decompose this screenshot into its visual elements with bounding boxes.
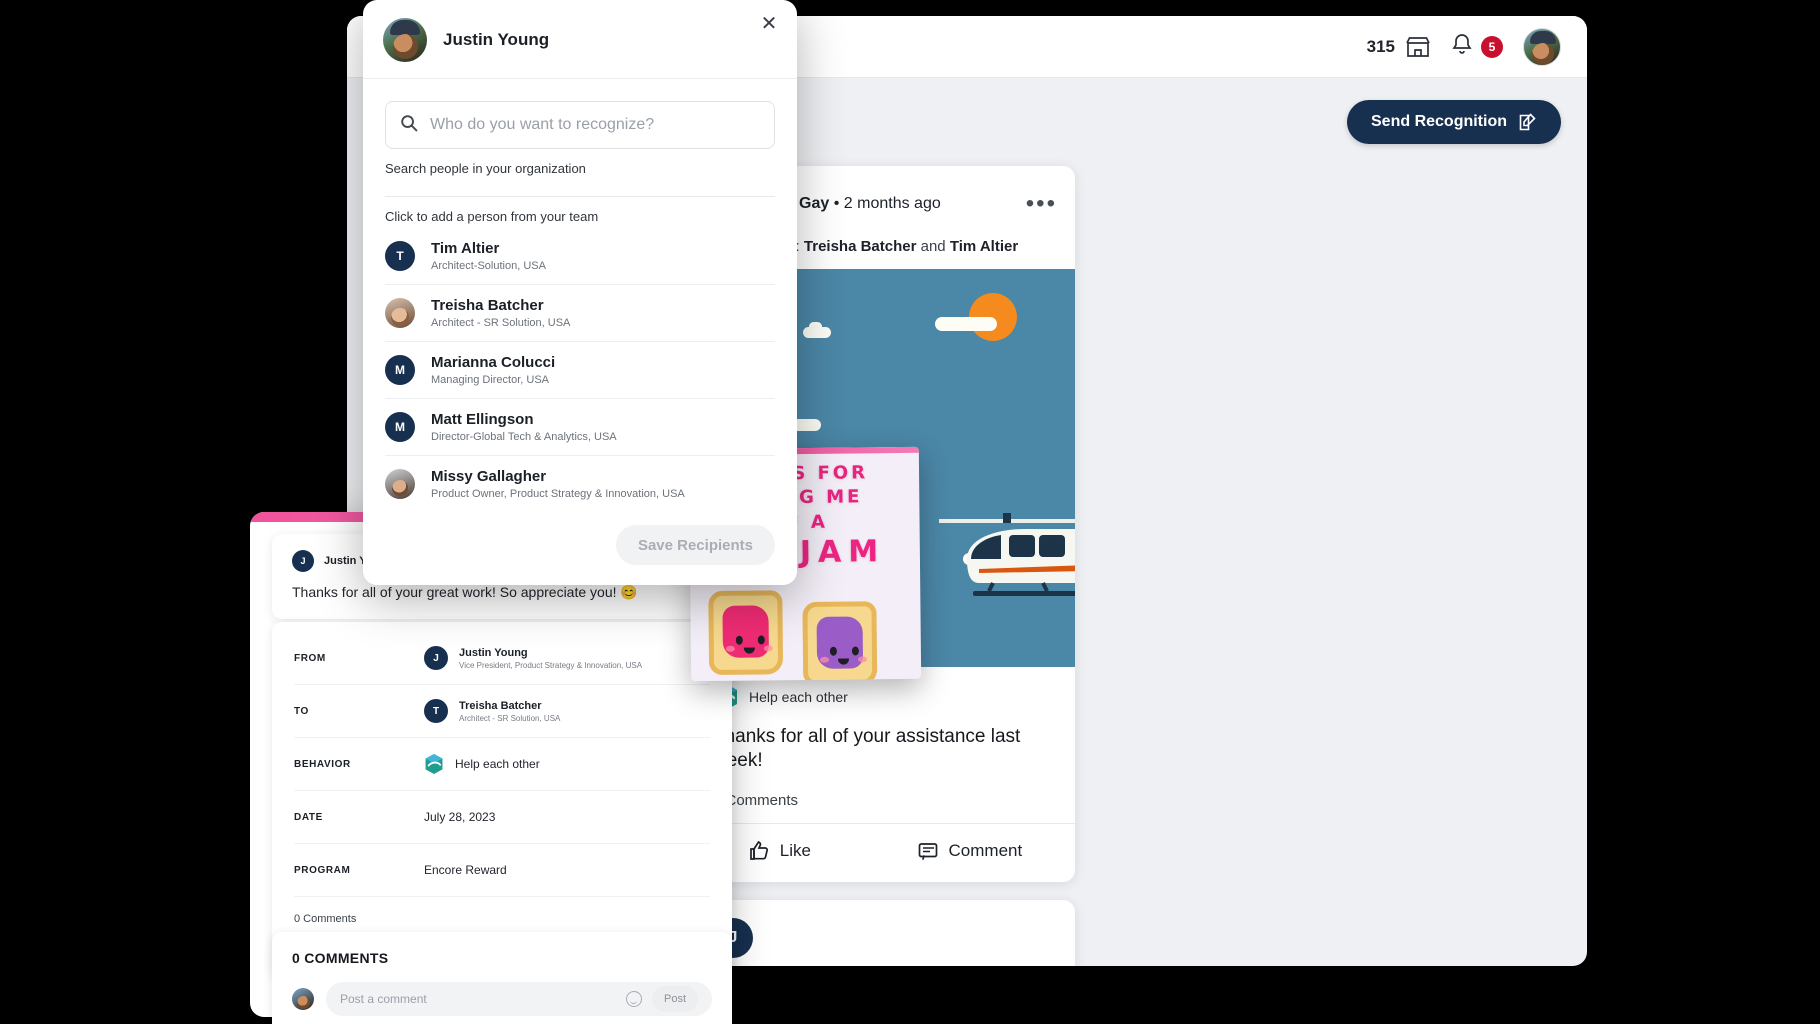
program-value: Encore Reward bbox=[424, 863, 507, 877]
comments-header: 0 COMMENTS bbox=[292, 950, 389, 966]
to-label: TO bbox=[294, 705, 309, 717]
conjunction: and bbox=[920, 238, 946, 255]
to-avatar: T bbox=[424, 699, 448, 723]
team-people-list: T Tim Altier Architect-Solution, USA Tre… bbox=[363, 228, 797, 512]
from-avatar: J bbox=[424, 646, 448, 670]
help-each-other-icon bbox=[425, 754, 443, 774]
person-title: Managing Director, USA bbox=[431, 374, 549, 386]
recognition-detail-panel: J Justin Young Thanks for all of your gr… bbox=[250, 512, 1090, 1024]
notifications[interactable]: 5 bbox=[1451, 32, 1503, 61]
person-title: Architect - SR Solution, USA bbox=[431, 317, 571, 329]
behavior-field-label: BEHAVIOR bbox=[294, 758, 351, 770]
person-name: Marianna Colucci bbox=[431, 354, 556, 371]
save-recipients-button[interactable]: Save Recipients bbox=[615, 525, 775, 565]
person-avatar bbox=[385, 298, 415, 328]
cloud-icon bbox=[935, 317, 997, 331]
detail-fields: FROM J Justin Young Vice President, Prod… bbox=[272, 622, 732, 979]
storefront-icon[interactable] bbox=[1405, 35, 1431, 59]
send-recognition-button[interactable]: Send Recognition bbox=[1347, 100, 1561, 144]
search-input[interactable] bbox=[430, 116, 760, 134]
search-hint: Search people in your organization bbox=[385, 161, 586, 176]
modal-user-name: Justin Young bbox=[443, 30, 550, 49]
recipient-1: Treisha Batcher bbox=[803, 238, 917, 255]
notification-badge: 5 bbox=[1481, 35, 1503, 58]
person-avatar: M bbox=[385, 355, 415, 385]
team-list-hint: Click to add a person from your team bbox=[385, 209, 599, 224]
from-person: Justin Young Vice President, Product Str… bbox=[459, 647, 642, 670]
search-section bbox=[363, 79, 797, 149]
search-icon bbox=[400, 114, 418, 137]
detail-comments-card: 0 COMMENTS Post bbox=[272, 932, 732, 1024]
field-behavior: BEHAVIOR Help each other bbox=[294, 738, 710, 791]
person-avatar: M bbox=[385, 412, 415, 442]
more-options-icon[interactable]: ••• bbox=[1026, 192, 1057, 216]
date-label: DATE bbox=[294, 811, 323, 823]
close-icon[interactable]: ✕ bbox=[757, 12, 781, 36]
avatar[interactable] bbox=[1523, 27, 1561, 66]
cloud-icon bbox=[803, 322, 831, 338]
from-name: Justin Young bbox=[459, 646, 528, 659]
list-item[interactable]: Treisha Batcher Architect - SR Solution,… bbox=[385, 285, 775, 342]
to-person: Treisha Batcher Architect - SR Solution,… bbox=[459, 700, 560, 723]
modal-footer: Save Recipients bbox=[363, 509, 797, 585]
field-program: PROGRAM Encore Reward bbox=[294, 844, 710, 897]
person-title: Architect-Solution, USA bbox=[431, 260, 546, 272]
post-time: 2 months ago bbox=[843, 195, 941, 212]
from-value: J Justin Young Vice President, Product S… bbox=[424, 646, 710, 670]
from-label: FROM bbox=[294, 652, 326, 664]
modal-user-avatar bbox=[383, 18, 427, 62]
person-title: Director-Global Tech & Analytics, USA bbox=[431, 431, 617, 443]
person-name: Treisha Batcher bbox=[431, 297, 544, 314]
person-name: Missy Gallagher bbox=[431, 468, 547, 485]
comment-input-wrap[interactable]: Post bbox=[326, 982, 712, 1016]
to-name: Treisha Batcher bbox=[459, 699, 542, 712]
search-box[interactable] bbox=[385, 101, 775, 149]
to-title: Architect - SR Solution, USA bbox=[459, 713, 561, 723]
person-name: Tim Altier bbox=[431, 240, 500, 257]
jam-toast-pink-icon bbox=[708, 590, 784, 676]
post-comment-button[interactable]: Post bbox=[651, 986, 698, 1012]
jam-toast-purple-icon bbox=[802, 601, 878, 682]
behavior-field-text: Help each other bbox=[455, 757, 540, 771]
person-title: Product Owner, Product Strategy & Innova… bbox=[431, 488, 685, 500]
compose-icon bbox=[1517, 112, 1537, 132]
list-item[interactable]: Missy Gallagher Product Owner, Product S… bbox=[385, 456, 775, 512]
comment-input[interactable] bbox=[340, 992, 616, 1006]
send-recognition-label: Send Recognition bbox=[1371, 113, 1507, 130]
points-value: 315 bbox=[1366, 36, 1395, 56]
detail-comments-count: 0 Comments bbox=[294, 913, 357, 925]
person-name: Matt Ellingson bbox=[431, 411, 534, 428]
comment-compose-row: Post bbox=[292, 982, 712, 1016]
to-value: T Treisha Batcher Architect - SR Solutio… bbox=[424, 699, 710, 723]
author-meta: Jim Gay • 2 months ago bbox=[767, 195, 1012, 213]
program-label: PROGRAM bbox=[294, 864, 351, 876]
person-avatar bbox=[385, 469, 415, 499]
bell-icon[interactable] bbox=[1451, 32, 1473, 61]
field-to: TO T Treisha Batcher Architect - SR Solu… bbox=[294, 685, 710, 738]
detail-note-avatar: J bbox=[292, 550, 314, 572]
emoji-icon[interactable] bbox=[625, 991, 642, 1007]
recipient-2: Tim Altier bbox=[949, 238, 1019, 255]
list-item[interactable]: M Matt Ellingson Director-Global Tech & … bbox=[385, 399, 775, 456]
field-date: DATE July 28, 2023 bbox=[294, 791, 710, 844]
list-item[interactable]: M Marianna Colucci Managing Director, US… bbox=[385, 342, 775, 399]
behavior-field-value: Help each other bbox=[424, 753, 710, 775]
select-recipients-modal: Justin Young ✕ Search people in your org… bbox=[363, 0, 797, 585]
list-item[interactable]: T Tim Altier Architect-Solution, USA bbox=[385, 228, 775, 285]
screenshot-stage: 315 5 Send Recognition Jim Gay • 2 month… bbox=[0, 0, 1820, 1024]
points-balance[interactable]: 315 bbox=[1367, 35, 1431, 59]
person-avatar: T bbox=[385, 241, 415, 271]
field-from: FROM J Justin Young Vice President, Prod… bbox=[294, 632, 710, 685]
modal-header: Justin Young bbox=[363, 0, 797, 79]
comment-author-avatar bbox=[292, 988, 314, 1010]
detail-note-text: Thanks for all of your great work! So ap… bbox=[292, 584, 638, 600]
date-value: July 28, 2023 bbox=[424, 810, 496, 824]
meta-separator: • bbox=[833, 195, 840, 212]
jam-line-4: Jam bbox=[799, 534, 886, 570]
from-title: Vice President, Product Strategy & Innov… bbox=[459, 660, 643, 670]
